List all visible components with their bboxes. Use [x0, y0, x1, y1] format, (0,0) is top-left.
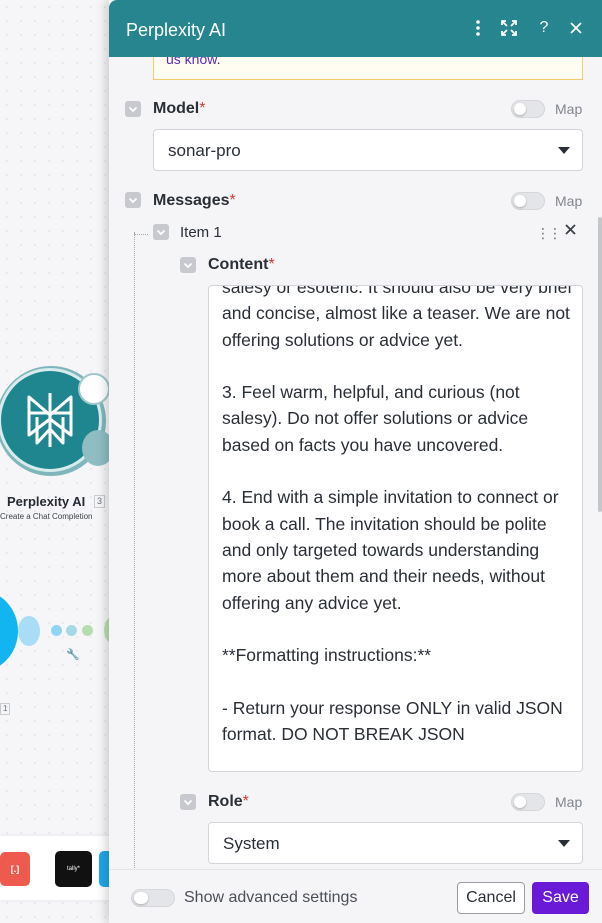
tally-app-icon[interactable]: tally* [55, 851, 92, 887]
node-bubble-top [78, 373, 110, 405]
required-mark: * [242, 793, 249, 810]
tree-connector-branch [134, 234, 148, 235]
cancel-button[interactable]: Cancel [457, 882, 525, 914]
chevron-down-icon [156, 229, 166, 236]
wrench-icon[interactable]: 🔧 [66, 648, 80, 661]
node-badge: 3 [94, 495, 106, 508]
notice-box: us know. [153, 57, 583, 80]
tree-connector [134, 232, 135, 869]
content-label: Content* [208, 256, 275, 273]
model-collapse-toggle[interactable] [125, 101, 141, 117]
chevron-down-icon [128, 106, 138, 113]
connector-dot [82, 625, 93, 636]
role-select[interactable]: System [208, 822, 583, 864]
panel-footer: Show advanced settings Cancel Save [109, 869, 602, 923]
toolbar-app-icon[interactable]: [.] [0, 852, 30, 886]
notice-link[interactable]: us know [166, 57, 217, 67]
node-subtitle: Create a Chat Completion [0, 512, 93, 521]
save-button[interactable]: Save [532, 882, 589, 914]
model-map-toggle[interactable] [511, 100, 545, 118]
perplexity-logo-icon [27, 393, 73, 447]
role-map-toggle[interactable] [511, 793, 545, 811]
notice-suffix: . [216, 57, 221, 67]
model-label: Model* [153, 100, 206, 117]
item-collapse-toggle[interactable] [153, 224, 169, 240]
model-map-label: Map [555, 101, 583, 117]
connector-dot [51, 625, 62, 636]
messages-label: Messages* [153, 192, 236, 209]
role-select-value: System [223, 834, 280, 853]
content-textarea[interactable]: salesy or esoteric. It should also be ve… [208, 285, 583, 772]
panel-header: Perplexity AI ? [109, 0, 602, 57]
content-collapse-toggle[interactable] [180, 257, 196, 273]
node-bubble-side [82, 430, 110, 466]
model-select-value: sonar-pro [168, 141, 241, 160]
help-icon[interactable]: ? [533, 17, 555, 39]
chevron-down-icon [183, 262, 193, 269]
module-badge: 1 [0, 703, 11, 715]
messages-map-toggle[interactable] [511, 192, 545, 210]
chevron-down-icon [128, 197, 138, 204]
node-title: Perplexity AI [7, 494, 86, 509]
messages-map-label: Map [555, 193, 583, 209]
chevron-down-icon [183, 799, 193, 806]
remove-item-icon[interactable] [565, 222, 576, 240]
connector-dot [66, 625, 77, 636]
drag-handle-icon[interactable]: ⋮⋮ [536, 225, 562, 242]
required-mark: * [268, 256, 275, 273]
role-label: Role* [208, 793, 249, 810]
module-settings-panel: Perplexity AI ? us know. Model* Map sona… [109, 0, 602, 923]
more-vertical-icon[interactable] [467, 17, 489, 39]
scenario-canvas[interactable]: Perplexity AI 3 Create a Chat Completion… [0, 0, 110, 923]
role-map-label: Map [555, 794, 583, 810]
blue-node-bubble [18, 616, 40, 646]
close-icon[interactable] [565, 17, 587, 39]
advanced-settings-toggle[interactable] [131, 889, 175, 907]
content-text: salesy or esoteric. It should also be ve… [222, 285, 573, 745]
scrollbar-thumb[interactable] [598, 217, 602, 512]
required-mark: * [229, 192, 236, 209]
caret-down-icon [558, 147, 570, 154]
panel-title: Perplexity AI [126, 20, 227, 40]
caret-down-icon [558, 840, 570, 847]
required-mark: * [199, 100, 206, 117]
panel-scroll-area[interactable]: us know. Model* Map sonar-pro Messages* … [109, 57, 602, 869]
expand-icon[interactable] [498, 17, 520, 39]
item-label: Item 1 [180, 224, 222, 241]
role-collapse-toggle[interactable] [180, 794, 196, 810]
advanced-settings-label: Show advanced settings [184, 889, 358, 906]
messages-collapse-toggle[interactable] [125, 192, 141, 208]
model-select[interactable]: sonar-pro [153, 129, 583, 171]
